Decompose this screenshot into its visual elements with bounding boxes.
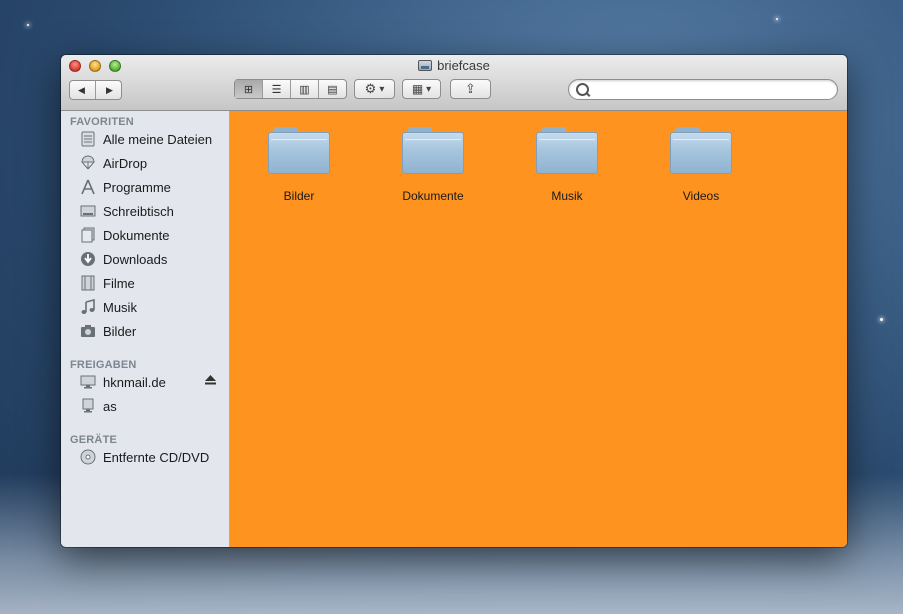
sidebar-section-devices: GERÄTE: [70, 434, 118, 446]
documents-icon: [79, 226, 97, 244]
folder-icon: [402, 127, 464, 175]
sidebar-item-label: hknmail.de: [103, 374, 166, 390]
sidebar-item-remote-disc[interactable]: Entfernte CD/DVD: [61, 446, 228, 468]
sidebar-item-downloads[interactable]: Downloads: [61, 248, 228, 270]
chevron-down-icon: ▾: [426, 83, 432, 95]
folder-item-bilder[interactable]: Bilder: [244, 127, 354, 203]
sidebar: FAVORITEN Alle meine Dateien AirDrop Pro…: [61, 111, 230, 547]
forward-arrow-icon[interactable]: ▶: [96, 81, 123, 99]
share-button[interactable]: ⇪: [450, 79, 491, 99]
all-files-icon: [79, 130, 97, 148]
display-icon: [79, 373, 97, 391]
folder-content-area: Bilder Dokumente Musik Videos: [230, 111, 847, 547]
sidebar-item-hknmail[interactable]: hknmail.de: [61, 371, 228, 393]
sidebar-section-favorites: FAVORITEN: [70, 116, 134, 128]
sidebar-item-label: Programme: [103, 179, 171, 195]
back-forward-control: ◀ ▶: [69, 80, 122, 100]
wallpaper-star: [776, 18, 778, 20]
sidebar-item-programme[interactable]: Programme: [61, 176, 228, 198]
display-icon: [79, 397, 97, 415]
sidebar-item-label: Schreibtisch: [103, 203, 174, 219]
folder-icon: [536, 127, 598, 175]
column-view-icon[interactable]: ▥: [291, 80, 319, 98]
list-view-icon[interactable]: ☰: [263, 80, 291, 98]
folder-item-musik[interactable]: Musik: [512, 127, 622, 203]
sidebar-item-label: Filme: [103, 275, 135, 291]
folder-name: Bilder: [283, 189, 315, 203]
sidebar-item-label: Alle meine Dateien: [103, 131, 213, 147]
wallpaper-star: [27, 24, 29, 26]
search-input[interactable]: [593, 81, 833, 100]
eject-icon[interactable]: [205, 375, 216, 388]
briefcase-icon: [418, 60, 433, 71]
coverflow-view-icon[interactable]: ▤: [319, 80, 346, 98]
finder-window: briefcase ◀ ▶ ⊞ ☰ ▥ ▤ ⚙ ▾ ▦ ▾ ⇪ FAVORITE…: [61, 55, 847, 547]
folder-icon: [268, 127, 330, 175]
sidebar-item-as[interactable]: as: [61, 395, 228, 417]
folder-item-videos[interactable]: Videos: [646, 127, 756, 203]
back-arrow-icon[interactable]: ◀: [68, 81, 96, 99]
camera-icon: [79, 322, 97, 340]
chevron-down-icon: ▾: [379, 83, 385, 95]
sidebar-item-label: Entfernte CD/DVD: [103, 449, 210, 465]
sidebar-item-filme[interactable]: Filme: [61, 272, 228, 294]
folder-name: Musik: [551, 189, 583, 203]
gear-icon: ⚙: [364, 81, 377, 96]
folder-item-dokumente[interactable]: Dokumente: [378, 127, 488, 203]
sidebar-item-musik[interactable]: Musik: [61, 296, 228, 318]
folder-name: Videos: [682, 189, 720, 203]
sidebar-item-all-files[interactable]: Alle meine Dateien: [61, 128, 228, 150]
search-field[interactable]: [568, 79, 838, 100]
airdrop-icon: [79, 154, 97, 172]
titlebar: briefcase ◀ ▶ ⊞ ☰ ▥ ▤ ⚙ ▾ ▦ ▾ ⇪: [61, 55, 847, 111]
sidebar-item-airdrop[interactable]: AirDrop: [61, 152, 228, 174]
sidebar-item-schreibtisch[interactable]: Schreibtisch: [61, 200, 228, 222]
search-icon: [576, 83, 589, 96]
wallpaper-star: [880, 318, 883, 321]
sidebar-item-dokumente[interactable]: Dokumente: [61, 224, 228, 246]
folder-icon: [670, 127, 732, 175]
applications-icon: [79, 178, 97, 196]
share-icon: ⇪: [465, 81, 476, 96]
folder-name: Dokumente: [402, 189, 464, 203]
sidebar-item-label: Dokumente: [103, 227, 170, 243]
sidebar-item-label: Bilder: [103, 323, 137, 339]
view-mode-control: ⊞ ☰ ▥ ▤: [234, 79, 347, 99]
sidebar-item-label: Downloads: [103, 251, 168, 267]
sidebar-item-label: Musik: [103, 299, 137, 315]
window-title-text: briefcase: [437, 58, 490, 73]
action-menu-button[interactable]: ⚙ ▾: [354, 79, 395, 99]
disc-icon: [79, 448, 97, 466]
movies-icon: [79, 274, 97, 292]
downloads-icon: [79, 250, 97, 268]
icon-view-icon[interactable]: ⊞: [235, 80, 263, 98]
sidebar-section-shared: FREIGABEN: [70, 359, 137, 371]
window-title: briefcase: [61, 58, 847, 74]
sidebar-item-label: as: [103, 398, 117, 414]
desktop-icon: [79, 202, 97, 220]
arrange-grid-icon: ▦: [411, 82, 424, 96]
sidebar-item-bilder[interactable]: Bilder: [61, 320, 228, 342]
music-icon: [79, 298, 97, 316]
sidebar-item-label: AirDrop: [103, 155, 148, 171]
arrange-menu-button[interactable]: ▦ ▾: [402, 79, 441, 99]
